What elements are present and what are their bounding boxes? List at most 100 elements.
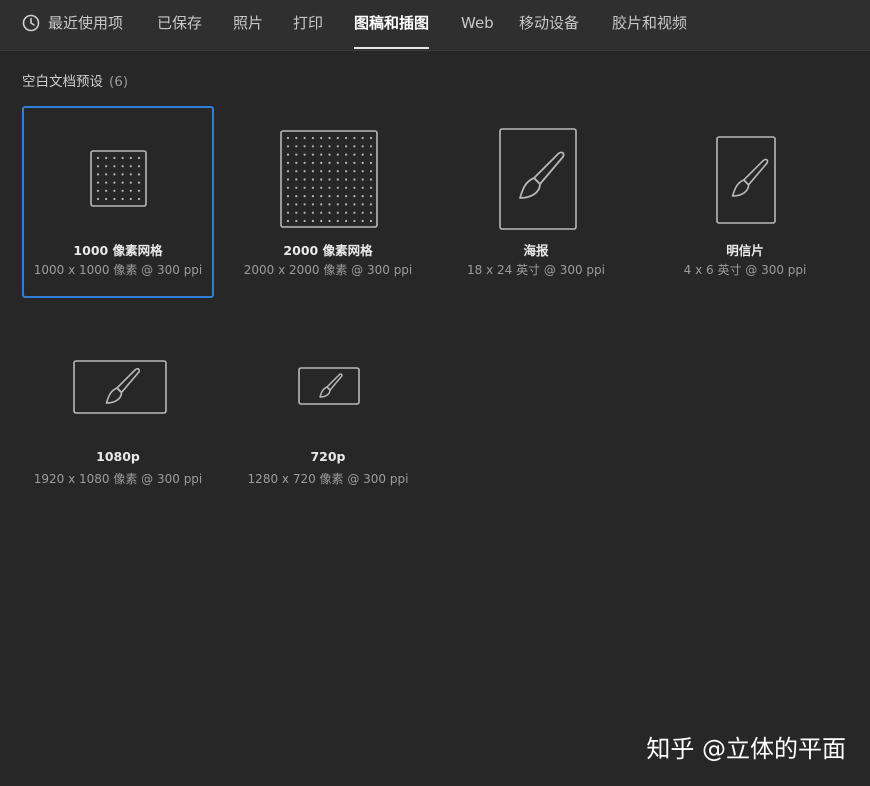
grid-dot xyxy=(105,197,108,201)
grid-dot xyxy=(345,153,348,156)
grid-dot xyxy=(113,197,116,201)
grid-dot xyxy=(328,219,331,223)
preset-dims: 18 x 24 英寸 @ 300 ppi xyxy=(466,263,605,277)
grid-dot xyxy=(295,219,298,223)
grid-dot xyxy=(369,145,373,148)
grid-dot xyxy=(303,136,306,140)
grid-dot xyxy=(353,161,356,164)
grid-dot xyxy=(121,165,124,168)
grid-dot xyxy=(369,136,373,140)
grid-dot xyxy=(361,145,364,148)
grid-dot xyxy=(105,173,108,176)
grid-dot xyxy=(369,219,373,223)
grid-dot xyxy=(303,203,306,206)
grid-dot xyxy=(113,165,116,168)
grid-dot xyxy=(137,189,141,192)
grid-dot xyxy=(336,170,339,173)
grid-dot xyxy=(336,161,339,164)
section-title: 空白文档预设 (6) xyxy=(22,70,128,90)
grid-dot xyxy=(336,178,339,181)
grid-dot xyxy=(369,203,373,206)
tab-saved[interactable]: 已保存 xyxy=(157,0,202,48)
grid-dot xyxy=(328,211,331,214)
preset-dims: 1000 x 1000 像素 @ 300 ppi xyxy=(33,263,203,277)
tab-recent[interactable]: 最近使用项 xyxy=(22,0,123,48)
tab-label: 打印 xyxy=(293,14,324,32)
grid-dot xyxy=(311,145,314,148)
grid-dot xyxy=(328,161,331,164)
grid-dot xyxy=(121,173,124,176)
preset-1000-grid[interactable]: 1000 像素网格 1000 x 1000 像素 @ 300 ppi xyxy=(22,106,214,298)
grid-dot xyxy=(336,195,339,198)
grid-dot xyxy=(369,186,373,189)
grid-dot xyxy=(345,211,348,214)
grid-dot xyxy=(361,195,364,198)
grid-dot xyxy=(353,203,356,206)
grid-dot xyxy=(353,186,356,189)
grid-dot xyxy=(286,219,290,223)
grid-dot xyxy=(353,178,356,181)
grid-dot xyxy=(311,195,314,198)
grid-dot xyxy=(353,211,356,214)
grid-dot xyxy=(328,186,331,189)
grid-dot xyxy=(311,203,314,206)
tab-film-video[interactable]: 胶片和视频 xyxy=(612,0,687,48)
grid-dot xyxy=(295,161,298,164)
grid-dot xyxy=(369,178,373,181)
tab-photos[interactable]: 照片 xyxy=(233,0,263,48)
grid-dot xyxy=(328,145,331,148)
grid-dot xyxy=(286,161,290,164)
grid-dot xyxy=(328,136,331,140)
grid-dot xyxy=(303,161,306,164)
grid-dot xyxy=(295,211,298,214)
grid-dot xyxy=(303,219,306,223)
grid-dot xyxy=(361,186,364,189)
grid-dot xyxy=(121,181,124,184)
grid-dot xyxy=(286,203,290,206)
grid-dot xyxy=(320,186,323,189)
preset-postcard[interactable]: 明信片 4 x 6 英寸 @ 300 ppi xyxy=(649,106,841,298)
preset-2000-grid[interactable]: 2000 像素网格 2000 x 2000 像素 @ 300 ppi xyxy=(232,106,424,298)
grid-dot xyxy=(96,173,100,176)
tab-label: 移动设备 xyxy=(519,14,580,32)
tab-print[interactable]: 打印 xyxy=(293,0,323,48)
grid-dot xyxy=(328,170,331,173)
grid-dot xyxy=(345,161,348,164)
grid-dot xyxy=(369,211,373,214)
grid-dot xyxy=(96,165,100,168)
tab-label: 图稿和插图 xyxy=(354,14,430,32)
tab-label: 胶片和视频 xyxy=(612,14,688,32)
tab-mobile[interactable]: 移动设备 xyxy=(519,0,579,48)
grid-dot xyxy=(320,203,323,206)
grid-dot xyxy=(328,178,331,181)
preset-poster[interactable]: 海报 18 x 24 英寸 @ 300 ppi xyxy=(440,106,632,298)
grid-dot xyxy=(320,195,323,198)
grid-dot xyxy=(345,186,348,189)
tab-art-illustration[interactable]: 图稿和插图 xyxy=(354,0,430,49)
grid-dot xyxy=(286,170,290,173)
grid-dot xyxy=(345,203,348,206)
grid-dot xyxy=(361,161,364,164)
grid-dot xyxy=(137,165,141,168)
grid-dot xyxy=(295,136,298,140)
grid-dot xyxy=(345,145,348,148)
grid-dot xyxy=(137,173,141,176)
grid-dot xyxy=(361,203,364,206)
grid-dot xyxy=(361,153,364,156)
grid-dot xyxy=(303,170,306,173)
grid-dot xyxy=(129,197,132,201)
grid-dot xyxy=(353,170,356,173)
tab-web[interactable]: Web xyxy=(461,0,494,48)
grid-dot xyxy=(320,145,323,148)
grid-dot xyxy=(295,178,298,181)
grid-dot xyxy=(311,178,314,181)
grid-dot xyxy=(295,186,298,189)
preset-1080p[interactable]: 1080p 1920 x 1080 像素 @ 300 ppi xyxy=(22,316,214,508)
preset-720p[interactable]: 720p 1280 x 720 像素 @ 300 ppi xyxy=(232,316,424,508)
grid-dot xyxy=(286,145,290,148)
preset-name: 1000 像素网格 xyxy=(73,243,163,258)
grid-dot xyxy=(137,181,141,184)
grid-dot xyxy=(286,186,290,189)
grid-dot xyxy=(121,189,124,192)
grid-dot xyxy=(113,181,116,184)
